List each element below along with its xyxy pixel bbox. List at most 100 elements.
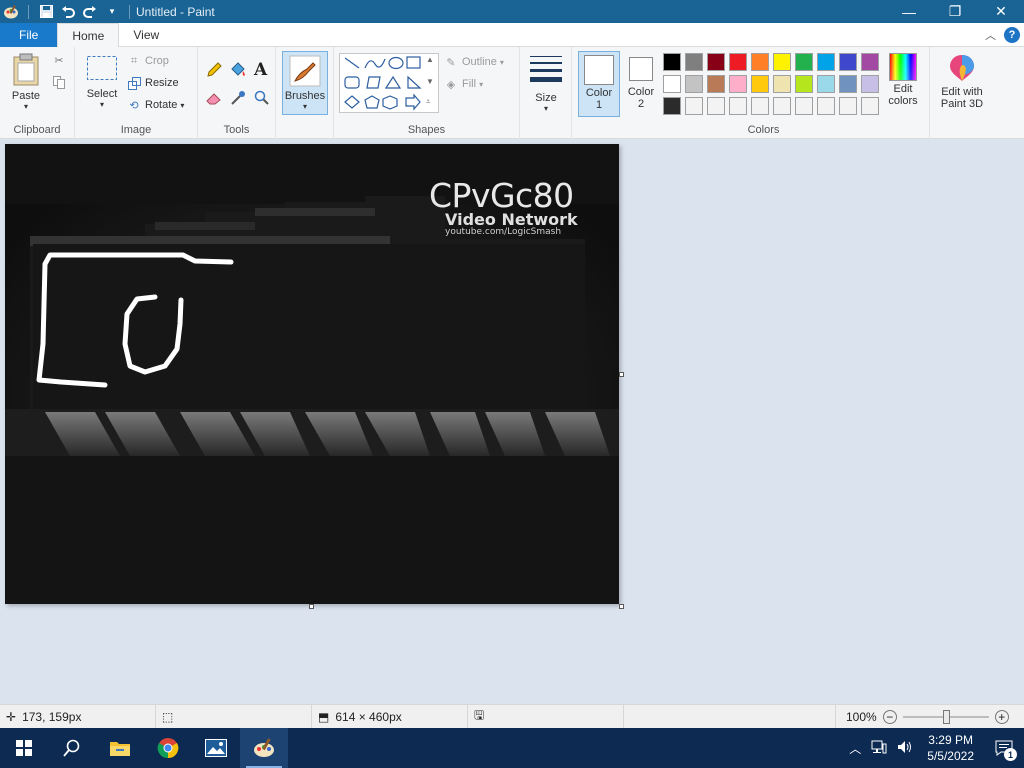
edit-with-paint3d-button[interactable]: Edit with Paint 3D: [934, 53, 990, 110]
crop-button[interactable]: ⌗ Crop: [127, 54, 169, 68]
palette-color-swatch[interactable]: [773, 75, 791, 93]
palette-color-swatch[interactable]: [795, 97, 813, 115]
shapes-scroll-down-icon[interactable]: ▼: [426, 77, 434, 86]
zoom-slider-thumb[interactable]: [942, 710, 950, 724]
image-group-label: Image: [120, 124, 152, 136]
palette-color-swatch[interactable]: [839, 53, 857, 71]
file-explorer-button[interactable]: [96, 728, 144, 768]
brushes-button[interactable]: Brushes ▾: [282, 51, 328, 115]
maximize-button[interactable]: ❐: [932, 0, 978, 23]
palette-color-swatch[interactable]: [707, 75, 725, 93]
fill-dropdown-icon: ▾: [479, 79, 484, 89]
paint-taskbar-button[interactable]: [240, 728, 288, 768]
drawing-canvas[interactable]: CPvGc80 Video Network youtube.com/LogicS…: [5, 144, 619, 604]
shapes-gallery[interactable]: [339, 53, 439, 113]
rotate-button[interactable]: ⟲ Rotate ▾: [127, 98, 184, 112]
canvas-workspace[interactable]: CPvGc80 Video Network youtube.com/LogicS…: [0, 139, 1024, 704]
color1-button[interactable]: Color 1: [578, 51, 620, 117]
palette-color-swatch[interactable]: [773, 53, 791, 71]
palette-color-swatch[interactable]: [729, 97, 747, 115]
palette-color-swatch[interactable]: [861, 75, 879, 93]
paste-button[interactable]: Paste ▾: [6, 53, 46, 111]
collapse-ribbon-icon[interactable]: ︿: [985, 27, 996, 43]
resize-handle-bottom[interactable]: [309, 604, 314, 609]
palette-color-swatch[interactable]: [817, 97, 835, 115]
palette-color-swatch[interactable]: [839, 97, 857, 115]
selection-size: ⬚: [156, 704, 312, 729]
zoom-in-button[interactable]: +: [994, 710, 1009, 724]
palette-color-swatch[interactable]: [685, 97, 703, 115]
shapes-expand-icon[interactable]: ⩡: [426, 97, 431, 107]
quick-access-toolbar: ▾: [0, 0, 136, 23]
palette-color-swatch[interactable]: [751, 75, 769, 93]
tab-view[interactable]: View: [119, 23, 173, 47]
select-button[interactable]: Select ▾: [83, 55, 121, 109]
redo-icon[interactable]: [79, 0, 101, 23]
color-picker-icon[interactable]: [230, 90, 246, 106]
tab-home[interactable]: Home: [57, 23, 120, 48]
palette-color-swatch[interactable]: [861, 97, 879, 115]
shapes-scroll-up-icon[interactable]: ▲: [426, 55, 434, 64]
palette-color-swatch[interactable]: [751, 97, 769, 115]
start-button[interactable]: [0, 728, 48, 768]
pencil-icon[interactable]: [206, 62, 222, 78]
palette-color-swatch[interactable]: [663, 53, 681, 71]
customize-quick-access-icon[interactable]: ▾: [101, 0, 123, 23]
copy-button[interactable]: [52, 75, 70, 89]
palette-color-swatch[interactable]: [861, 53, 879, 71]
palette-color-swatch[interactable]: [685, 75, 703, 93]
palette-color-swatch[interactable]: [685, 53, 703, 71]
action-center-button[interactable]: 1: [984, 728, 1024, 768]
palette-color-swatch[interactable]: [773, 97, 791, 115]
zoom-slider[interactable]: [902, 710, 989, 724]
palette-color-swatch[interactable]: [707, 53, 725, 71]
chrome-button[interactable]: [144, 728, 192, 768]
eraser-icon[interactable]: [206, 90, 222, 106]
palette-color-swatch[interactable]: [707, 97, 725, 115]
palette-color-swatch[interactable]: [729, 75, 747, 93]
size-label: Size: [535, 92, 557, 104]
paint-app-icon[interactable]: [0, 0, 22, 23]
close-button[interactable]: ✕: [978, 0, 1024, 23]
undo-icon[interactable]: [57, 0, 79, 23]
magnifier-icon[interactable]: [254, 90, 270, 106]
fill-button[interactable]: ◈ Fill ▾: [444, 77, 483, 91]
windows-icon: [16, 740, 32, 756]
separator: [28, 4, 29, 19]
cut-button[interactable]: ✂: [52, 53, 70, 67]
palette-color-swatch[interactable]: [663, 97, 681, 115]
palette-color-swatch[interactable]: [795, 75, 813, 93]
edit-colors-button[interactable]: Edit colors: [881, 53, 925, 107]
resize-handle-corner[interactable]: [619, 604, 624, 609]
save-icon[interactable]: [35, 0, 57, 23]
color2-button[interactable]: Color 2: [622, 51, 660, 117]
volume-icon[interactable]: [897, 740, 913, 757]
photos-button[interactable]: [192, 728, 240, 768]
zoom-out-button[interactable]: −: [882, 710, 897, 724]
palette-color-swatch[interactable]: [839, 75, 857, 93]
color1-number: 1: [595, 99, 603, 111]
tab-file[interactable]: File: [0, 23, 58, 47]
ribbon: Paste ▾ ✂ Clipboard Select ▾ ⌗ Crop Resiz…: [0, 47, 1024, 139]
text-tool-icon[interactable]: A: [254, 60, 267, 80]
clock[interactable]: 3:29 PM 5/5/2022: [927, 732, 974, 764]
help-icon[interactable]: ?: [1004, 27, 1020, 43]
network-icon[interactable]: [871, 740, 887, 757]
show-hidden-icons-icon[interactable]: ︿: [849, 740, 861, 757]
size-button[interactable]: Size ▾: [528, 55, 564, 113]
minimize-button[interactable]: —: [886, 0, 932, 23]
palette-color-swatch[interactable]: [817, 53, 835, 71]
outline-button[interactable]: ✎ Outline ▾: [444, 55, 504, 69]
search-button[interactable]: [48, 728, 96, 768]
fill-bucket-icon[interactable]: [229, 62, 247, 78]
palette-color-swatch[interactable]: [663, 75, 681, 93]
palette-color-swatch[interactable]: [751, 53, 769, 71]
palette-color-swatch[interactable]: [729, 53, 747, 71]
outline-dropdown-icon: ▾: [499, 57, 504, 67]
palette-color-swatch[interactable]: [817, 75, 835, 93]
resize-button[interactable]: Resize: [127, 76, 179, 90]
chrome-icon: [157, 738, 179, 759]
brushes-group: Brushes ▾: [276, 47, 334, 139]
palette-color-swatch[interactable]: [795, 53, 813, 71]
resize-handle-right[interactable]: [619, 372, 624, 377]
